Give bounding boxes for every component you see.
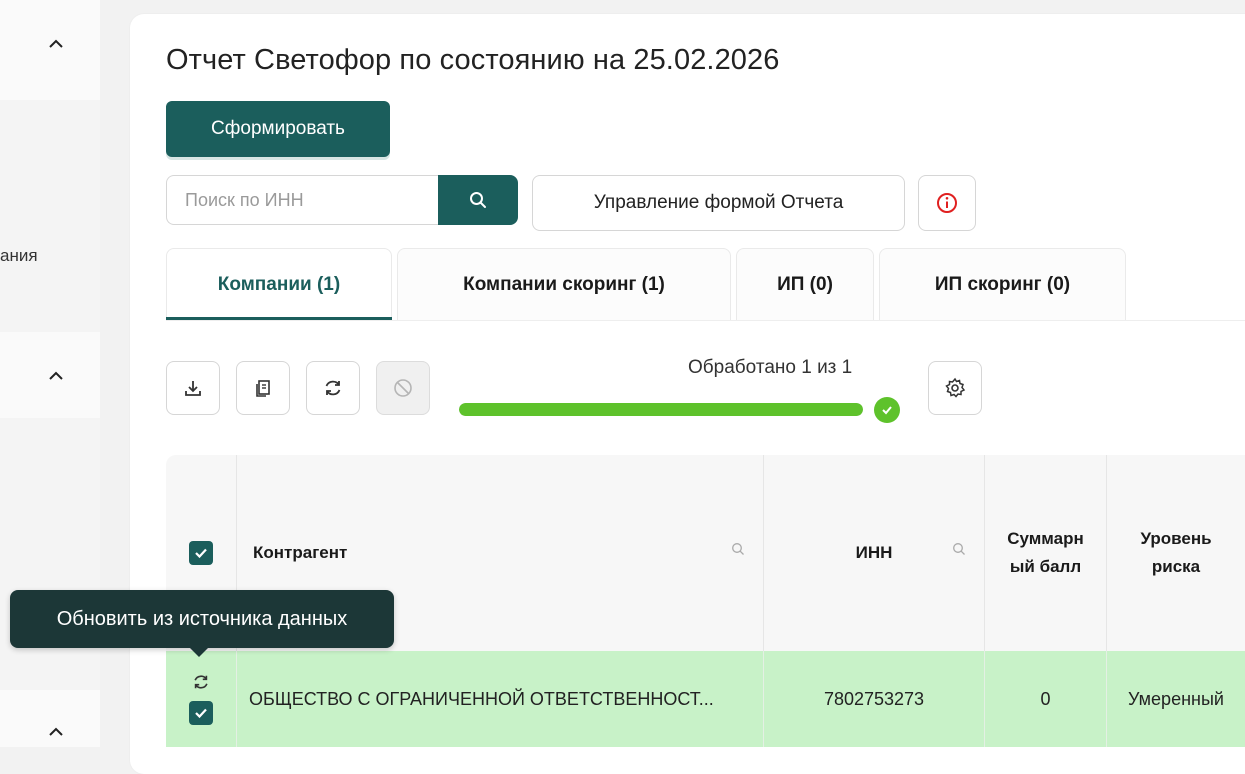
tooltip: Обновить из источника данных bbox=[10, 590, 394, 648]
download-icon bbox=[185, 381, 201, 396]
divider bbox=[166, 320, 1245, 321]
tab-ip-scoring[interactable]: ИП скоринг (0) bbox=[879, 248, 1126, 320]
column-header-label: Контрагент bbox=[253, 543, 348, 562]
column-header-label: Суммарн ый балл bbox=[1007, 529, 1084, 576]
column-header-total-score: Суммарн ый балл bbox=[985, 455, 1107, 651]
gear-icon bbox=[945, 377, 966, 398]
column-header-inn: ИНН bbox=[764, 455, 985, 651]
tab-ip[interactable]: ИП (0) bbox=[736, 248, 874, 320]
copy-icon bbox=[256, 380, 270, 397]
tab-companies[interactable]: Компании (1) bbox=[166, 248, 392, 320]
download-button[interactable] bbox=[166, 361, 220, 415]
sidebar-section bbox=[0, 418, 100, 690]
search-icon[interactable] bbox=[952, 542, 966, 556]
progress-label: Обработано 1 из 1 bbox=[688, 357, 853, 378]
refresh-icon bbox=[325, 380, 341, 396]
manage-report-form-button[interactable]: Управление формой Отчета bbox=[532, 175, 905, 231]
search-group: Поиск по ИНН bbox=[166, 175, 518, 225]
tab-companies-scoring[interactable]: Компании скоринг (1) bbox=[397, 248, 731, 320]
copy-button[interactable] bbox=[236, 361, 290, 415]
sidebar-section bbox=[0, 100, 100, 332]
cell-total-score: 0 bbox=[985, 651, 1107, 747]
info-button[interactable] bbox=[918, 175, 976, 231]
search-button[interactable] bbox=[438, 175, 518, 225]
refresh-icon[interactable] bbox=[192, 673, 210, 691]
search-input[interactable]: Поиск по ИНН bbox=[166, 175, 438, 225]
settings-button[interactable] bbox=[928, 361, 982, 415]
select-all-checkbox[interactable] bbox=[189, 541, 213, 565]
column-header-label: Уровень риска bbox=[1140, 529, 1212, 576]
chevron-up-icon[interactable] bbox=[42, 30, 70, 58]
progress-bar bbox=[459, 403, 863, 416]
cell-inn: 7802753273 bbox=[764, 651, 985, 747]
check-circle-icon bbox=[874, 397, 900, 423]
column-header-risk-level: Уровень риска bbox=[1107, 455, 1245, 651]
generate-button[interactable]: Сформировать bbox=[166, 101, 390, 157]
row-actions-cell bbox=[166, 651, 237, 747]
sidebar-item-label[interactable]: ания bbox=[0, 246, 38, 266]
cell-counterparty: ОБЩЕСТВО С ОГРАНИЧЕННОЙ ОТВЕТСТВЕННОСТ..… bbox=[237, 651, 764, 747]
search-icon[interactable] bbox=[731, 542, 745, 556]
stop-button[interactable] bbox=[376, 361, 430, 415]
row-checkbox[interactable] bbox=[189, 701, 213, 725]
table-row[interactable]: ОБЩЕСТВО С ОГРАНИЧЕННОЙ ОТВЕТСТВЕННОСТ..… bbox=[166, 651, 1245, 747]
block-icon bbox=[394, 379, 412, 397]
chevron-up-icon[interactable] bbox=[42, 718, 70, 746]
progress-fill bbox=[459, 403, 863, 416]
tooltip-arrow bbox=[189, 647, 209, 657]
cell-risk-level: Умеренный bbox=[1128, 688, 1224, 709]
search-icon bbox=[470, 192, 486, 208]
page-title: Отчет Светофор по состоянию на 25.02.202… bbox=[166, 44, 780, 76]
chevron-up-icon[interactable] bbox=[42, 362, 70, 390]
info-icon bbox=[937, 193, 957, 213]
refresh-button[interactable] bbox=[306, 361, 360, 415]
column-header-label: ИНН bbox=[855, 543, 893, 562]
